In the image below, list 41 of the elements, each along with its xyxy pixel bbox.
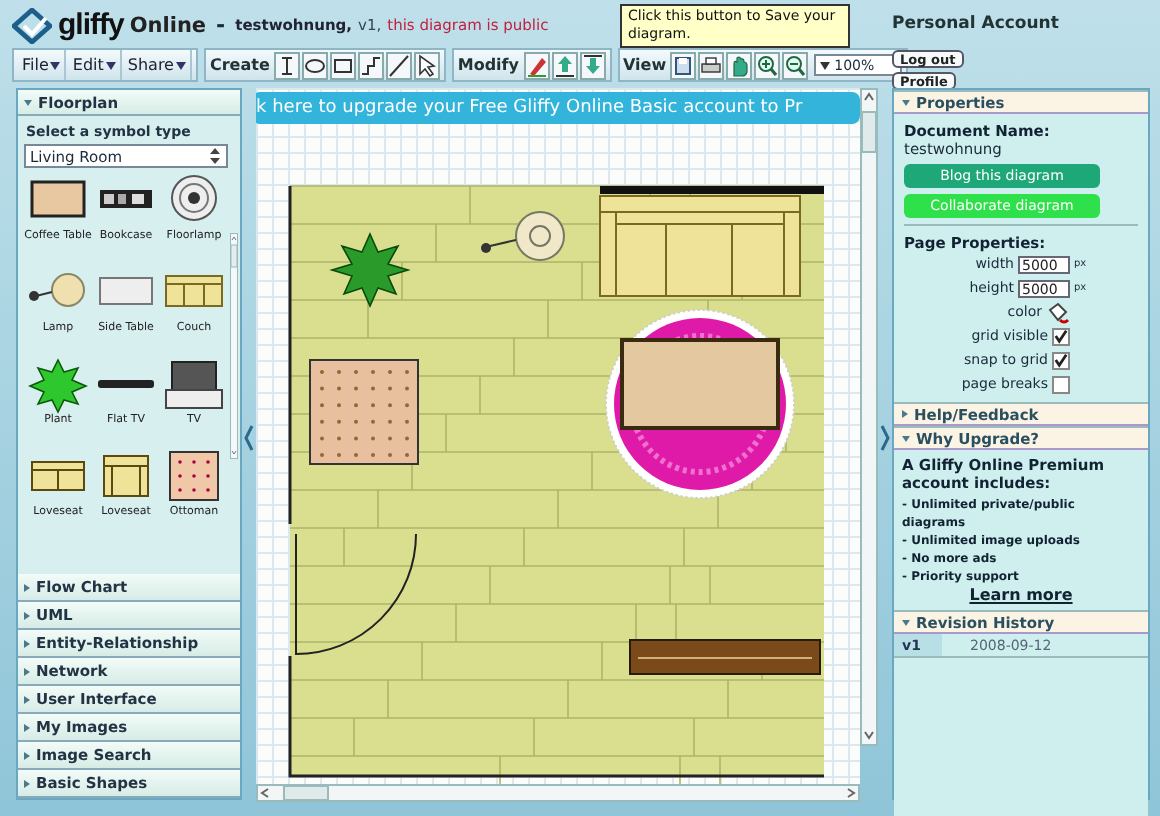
line-tool-icon[interactable] xyxy=(385,51,412,79)
dropdown-icon xyxy=(50,61,61,69)
zoom-in-icon[interactable] xyxy=(754,51,781,79)
plant-symbol-icon[interactable] xyxy=(24,358,92,414)
ellipse-tool-icon[interactable] xyxy=(301,51,328,79)
hand-icon[interactable] xyxy=(726,51,753,79)
menu-button[interactable]: Edit xyxy=(68,50,122,80)
product-name: Online xyxy=(129,13,207,37)
pencil-icon[interactable] xyxy=(523,51,549,79)
spinner-icon xyxy=(208,146,222,166)
account-label: Personal Account xyxy=(892,14,1059,34)
logo: gliffy xyxy=(58,8,124,42)
dropdown-icon xyxy=(175,61,186,69)
save-icon[interactable] xyxy=(670,51,697,79)
text-tool-icon[interactable] xyxy=(273,51,300,79)
horizontal-scrollbar[interactable] xyxy=(256,784,860,802)
toolbar-label: View xyxy=(623,56,667,74)
checkbox[interactable] xyxy=(1052,351,1070,369)
send-backward-icon[interactable] xyxy=(579,51,605,79)
menu-button[interactable]: Share xyxy=(123,50,192,80)
toolbar-label: Create xyxy=(209,56,270,74)
vertical-scrollbar[interactable] xyxy=(860,88,878,746)
connector-tool-icon[interactable] xyxy=(357,51,384,79)
toolbar-label: Modify xyxy=(457,56,519,74)
separator: - xyxy=(216,12,226,38)
menu-button[interactable]: File xyxy=(18,50,67,80)
checkbox[interactable] xyxy=(1052,327,1070,345)
bring-forward-icon[interactable] xyxy=(551,51,577,79)
collapse-handle-icon[interactable] xyxy=(244,424,254,452)
dropdown-icon xyxy=(820,61,831,69)
tv-symbol-icon[interactable] xyxy=(160,358,228,414)
rectangle-tool-icon[interactable] xyxy=(329,51,356,79)
print-icon[interactable] xyxy=(698,51,725,79)
zoom-out-icon[interactable] xyxy=(782,51,809,79)
learn-more-link[interactable]: Learn more xyxy=(902,586,1140,604)
dropdown-icon xyxy=(105,61,116,69)
logo-icon xyxy=(12,7,52,43)
paint-bucket-icon[interactable] xyxy=(1046,300,1070,324)
pointer-tool-icon[interactable] xyxy=(413,51,440,79)
collapse-handle-icon[interactable] xyxy=(880,424,890,452)
checkbox[interactable] xyxy=(1052,375,1070,393)
